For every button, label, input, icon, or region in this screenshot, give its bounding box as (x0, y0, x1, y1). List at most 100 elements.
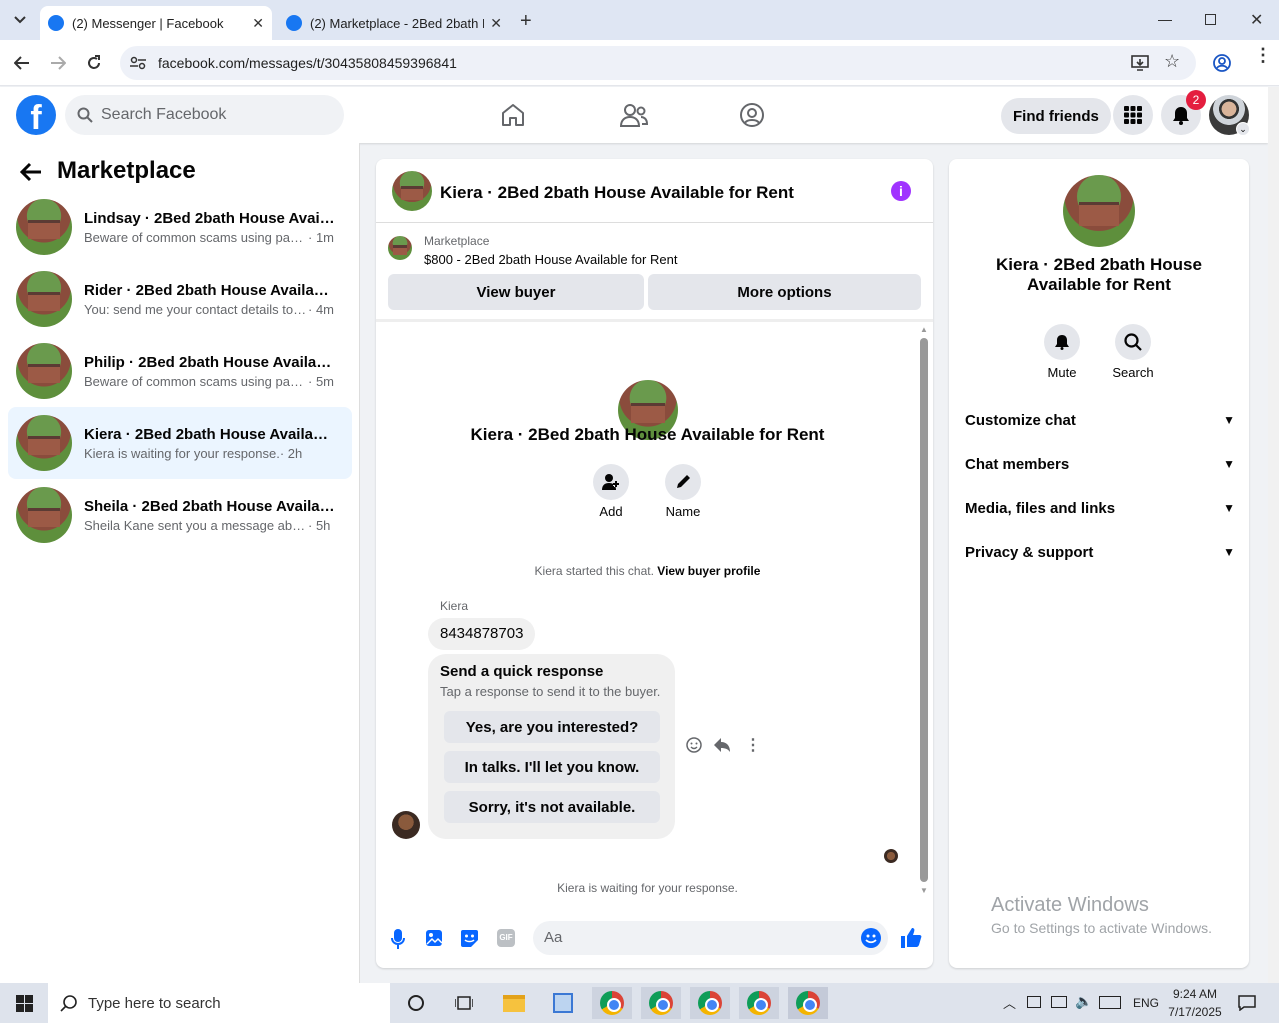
view-buyer-profile-link[interactable]: View buyer profile (657, 564, 760, 578)
listing-price[interactable]: $800 - 2Bed 2bath House Available for Re… (424, 252, 677, 267)
media-files-links-section[interactable]: Media, files and links ▼ (965, 488, 1235, 528)
browser-menu-icon[interactable]: ⋮ (1254, 46, 1272, 64)
conversation-item[interactable]: Rider · 2Bed 2bath House Available for R… (8, 267, 352, 331)
language-indicator[interactable]: ENG (1133, 996, 1159, 1010)
sender-avatar[interactable] (392, 811, 420, 839)
friends-icon[interactable] (620, 102, 648, 128)
quick-reply-button[interactable]: Yes, are you interested? (444, 711, 660, 743)
message-bubble[interactable]: 8434878703 (428, 618, 536, 650)
message-input[interactable]: Aa (533, 921, 888, 955)
view-buyer-button[interactable]: View buyer (388, 274, 644, 310)
chrome-taskbar-button-active[interactable] (788, 987, 828, 1019)
chat-scrollbar[interactable]: ▲ ▼ (919, 325, 929, 905)
chrome-taskbar-button[interactable] (592, 987, 632, 1019)
info-icon[interactable]: i (891, 181, 911, 201)
address-bar[interactable]: facebook.com/messages/t/3043580845939684… (120, 46, 1196, 80)
clock[interactable]: 9:24 AM 7/17/2025 (1162, 987, 1228, 1019)
seen-avatar (884, 849, 898, 863)
privacy-support-section[interactable]: Privacy & support ▼ (965, 532, 1235, 572)
cortana-button[interactable] (396, 987, 436, 1019)
conversation-item-selected[interactable]: Kiera · 2Bed 2bath House Available for R… (8, 407, 352, 479)
device-icon[interactable] (1027, 996, 1041, 1008)
name-button[interactable] (665, 464, 701, 500)
close-tab-icon[interactable]: ✕ (252, 15, 264, 32)
back-arrow-icon[interactable] (14, 55, 30, 71)
tab-search-button[interactable] (8, 8, 32, 32)
restore-button[interactable] (1205, 14, 1216, 25)
conversation-item[interactable]: Sheila · 2Bed 2bath House Available for … (8, 483, 352, 547)
show-hidden-icons[interactable]: ︿ (1003, 993, 1016, 1012)
scroll-down-icon[interactable]: ▼ (919, 886, 929, 895)
conversation-item[interactable]: Lindsay · 2Bed 2bath House Available for… (8, 195, 352, 259)
groups-icon[interactable] (739, 102, 765, 128)
conversation-name: Rider · 2Bed 2bath House Available for R… (84, 281, 336, 299)
account-chevron-icon[interactable]: ⌄ (1236, 122, 1250, 136)
menu-button[interactable] (1113, 95, 1153, 135)
taskbar-search-input[interactable]: Type here to search (48, 983, 390, 1023)
close-window-button[interactable]: ✕ (1250, 10, 1263, 30)
facebook-search-input[interactable]: Search Facebook (65, 95, 344, 135)
profile-icon[interactable] (1213, 54, 1231, 72)
forward-arrow-icon[interactable] (50, 55, 66, 71)
keyboard-icon[interactable] (1099, 996, 1121, 1009)
microphone-icon[interactable] (391, 929, 405, 949)
conversation-item[interactable]: Philip · 2Bed 2bath House Available for … (8, 339, 352, 403)
volume-icon[interactable]: 🔈 (1075, 993, 1092, 1010)
customize-chat-section[interactable]: Customize chat ▼ (965, 400, 1235, 440)
info-avatar[interactable] (1063, 175, 1135, 247)
quick-reply-label: Sorry, it's not available. (468, 798, 636, 816)
search-in-chat-button[interactable] (1115, 324, 1151, 360)
section-label: Customize chat (965, 411, 1076, 429)
tab-messenger[interactable]: (2) Messenger | Facebook ✕ (40, 6, 272, 40)
facebook-logo-icon[interactable]: f (16, 95, 56, 135)
task-view-button[interactable] (444, 987, 484, 1019)
view-buyer-label: View buyer (476, 283, 556, 301)
minimize-button[interactable] (1158, 20, 1172, 21)
chat-avatar[interactable] (392, 171, 432, 211)
close-tab-icon[interactable]: ✕ (490, 15, 502, 32)
more-actions-icon[interactable]: ⋮ (745, 735, 761, 755)
notification-center-icon[interactable] (1238, 995, 1256, 1011)
taskbar-app-button[interactable] (543, 987, 583, 1019)
chat-members-section[interactable]: Chat members ▼ (965, 444, 1235, 484)
react-emoji-icon[interactable] (686, 737, 702, 753)
chrome-taskbar-button[interactable] (739, 987, 779, 1019)
thumbs-up-icon[interactable] (900, 927, 922, 949)
quick-reply-button[interactable]: In talks. I'll let you know. (444, 751, 660, 783)
chat-title[interactable]: Kiera · 2Bed 2bath House Available for R… (440, 183, 794, 203)
scroll-up-icon[interactable]: ▲ (919, 325, 929, 334)
mute-button[interactable] (1044, 324, 1080, 360)
facebook-favicon-icon (48, 15, 64, 31)
install-app-icon[interactable] (1131, 55, 1149, 71)
photo-icon[interactable] (425, 929, 443, 947)
sticker-icon[interactable] (460, 929, 479, 948)
scroll-thumb[interactable] (920, 338, 928, 882)
file-explorer-button[interactable] (494, 987, 534, 1019)
reload-icon[interactable] (86, 55, 102, 71)
profile-name: Kiera · 2Bed 2bath House Available for R… (470, 425, 825, 444)
reply-icon[interactable] (713, 737, 731, 753)
browser-toolbar: facebook.com/messages/t/3043580845939684… (0, 40, 1279, 86)
chrome-taskbar-button[interactable] (641, 987, 681, 1019)
bookmark-star-icon[interactable]: ☆ (1164, 51, 1180, 72)
back-arrow-icon[interactable] (20, 162, 42, 182)
new-tab-button[interactable]: + (520, 10, 532, 33)
windows-start-icon[interactable] (16, 995, 33, 1012)
emoji-icon[interactable] (861, 928, 881, 948)
listing-thumbnail[interactable] (388, 236, 412, 260)
more-options-button[interactable]: More options (648, 274, 921, 310)
add-button[interactable] (593, 464, 629, 500)
find-friends-button[interactable]: Find friends (1001, 98, 1111, 134)
gif-icon[interactable]: GIF (497, 929, 515, 947)
network-icon[interactable] (1051, 996, 1067, 1008)
tab-marketplace[interactable]: (2) Marketplace - 2Bed 2bath H ✕ (278, 6, 510, 40)
chrome-icon (649, 991, 673, 1015)
conversation-preview: You: send me your contact details to cha… (84, 301, 308, 317)
activate-windows-title: Activate Windows (991, 894, 1149, 916)
page-scrollbar[interactable] (1268, 87, 1279, 983)
site-settings-icon[interactable] (130, 56, 146, 70)
chrome-taskbar-button[interactable] (690, 987, 730, 1019)
bell-icon (1173, 107, 1189, 125)
home-icon[interactable] (500, 102, 526, 128)
quick-reply-button[interactable]: Sorry, it's not available. (444, 791, 660, 823)
